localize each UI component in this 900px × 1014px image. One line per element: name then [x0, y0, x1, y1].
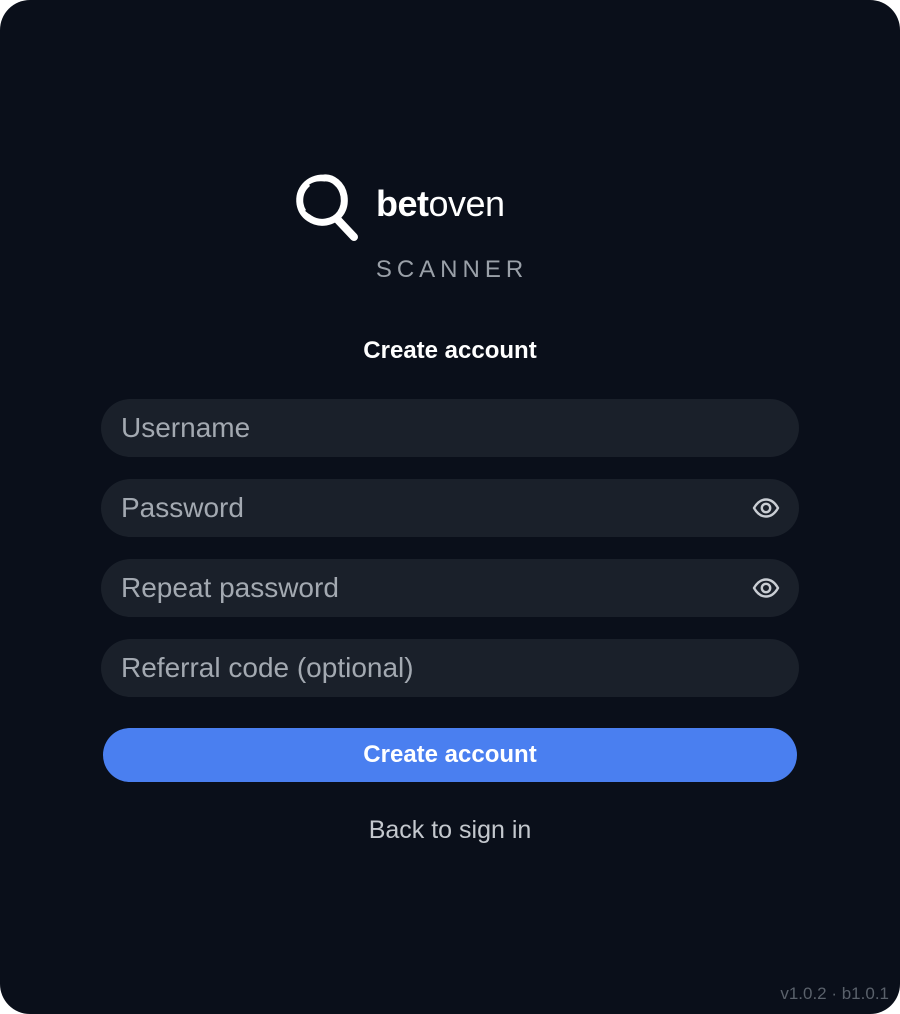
username-input[interactable]: [121, 399, 781, 457]
brand-name-light: oven: [428, 183, 506, 224]
repeat-password-input[interactable]: [121, 559, 751, 617]
back-to-sign-in-link[interactable]: Back to sign in: [0, 816, 900, 845]
signup-window: betoven SCANNER Create account Create ac…: [0, 0, 900, 1014]
brand-logo: betoven: [294, 172, 505, 244]
username-field[interactable]: [101, 399, 799, 457]
repeat-password-field[interactable]: [101, 559, 799, 617]
version-label: v1.0.2 · b1.0.1: [780, 984, 889, 1003]
create-account-button[interactable]: Create account: [103, 728, 797, 782]
eye-icon[interactable]: [751, 573, 781, 603]
referral-code-field[interactable]: [101, 639, 799, 697]
brand-subtitle: SCANNER: [375, 256, 529, 283]
eye-icon[interactable]: [751, 493, 781, 523]
brand-name-bold: bet: [376, 183, 429, 224]
form-heading: Create account: [363, 337, 537, 364]
referral-code-input[interactable]: [121, 639, 781, 697]
password-input[interactable]: [121, 479, 751, 537]
magnifier-logo-icon: [296, 174, 358, 241]
brand-wordmark: betoven: [376, 183, 505, 225]
password-field[interactable]: [101, 479, 799, 537]
